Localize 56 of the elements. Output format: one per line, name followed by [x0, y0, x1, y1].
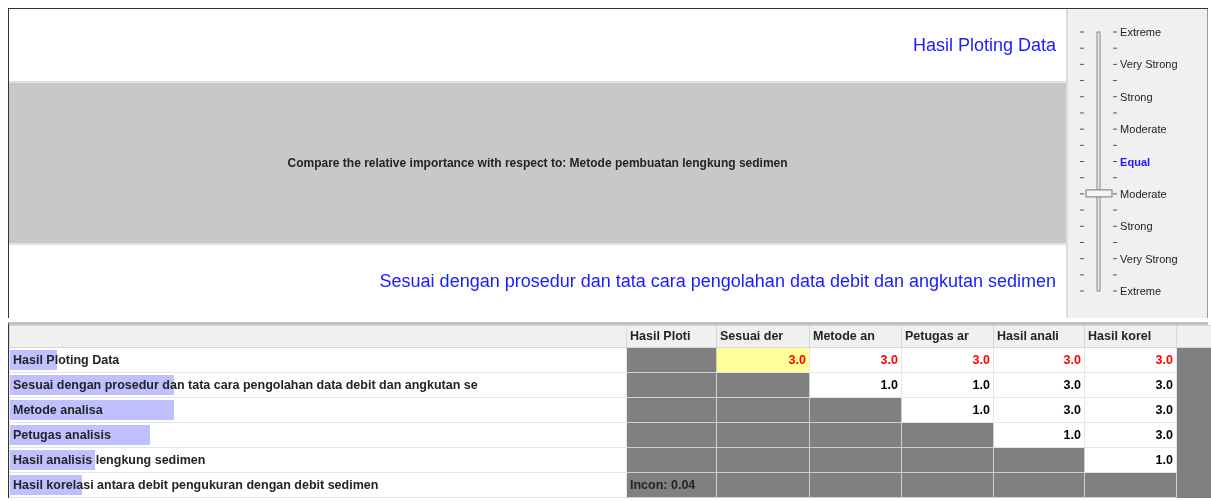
- cell-value: 3.0: [1155, 402, 1173, 417]
- matrix-cell[interactable]: 3.0: [993, 372, 1085, 398]
- matrix-cell[interactable]: 3.0: [1084, 372, 1177, 398]
- cell-value: 3.0: [880, 352, 898, 367]
- scale-label: Equal: [1120, 155, 1151, 168]
- cell-value: 1.0: [880, 377, 898, 392]
- matrix-cell[interactable]: 1.0: [1084, 447, 1177, 473]
- scale-label: Extreme: [1120, 26, 1162, 38]
- scale-label: Very Strong: [1120, 58, 1178, 71]
- matrix-cell[interactable]: 3.0: [993, 397, 1085, 423]
- scale-label: Moderate: [1120, 123, 1167, 136]
- row-header: Sesuai dengan prosedur dan tata cara pengolahan data debit dan angkutan se: [13, 377, 478, 392]
- column-header[interactable]: Hasil korel: [1084, 325, 1177, 348]
- matrix-cell[interactable]: 3.0: [1084, 422, 1177, 448]
- matrix-cell[interactable]: 1.0: [993, 422, 1085, 448]
- column-header[interactable]: Sesuai der: [716, 325, 810, 348]
- option-label: Hasil Ploting Data: [913, 33, 1057, 57]
- column-header[interactable]: Hasil anali: [993, 325, 1085, 348]
- matrix-cell[interactable]: 3.0: [901, 347, 994, 373]
- cell-value: 3.0: [1155, 427, 1173, 442]
- row-header: Hasil analisis lengkung sedimen: [13, 452, 206, 467]
- matrix-cell[interactable]: 1.0: [809, 372, 902, 398]
- matrix-cell[interactable]: 1.0: [901, 397, 994, 423]
- row-header: Metode analisa: [13, 402, 103, 417]
- cell-value: 3.0: [1063, 377, 1081, 392]
- option-label: Sesuai dengan prosedur dan tata cara pengolahan data debit dan angkutan sedimen: [379, 269, 1057, 293]
- scale-label: Extreme: [1120, 285, 1162, 297]
- row-header: Petugas analisis: [13, 427, 111, 442]
- matrix-cell[interactable]: 3.0: [1084, 347, 1177, 373]
- scale-label: Moderate: [1120, 187, 1167, 200]
- cell-value: 1.0: [972, 377, 990, 392]
- matrix-cell[interactable]: 3.0: [993, 347, 1085, 373]
- matrix-cell[interactable]: 3.0: [809, 347, 902, 373]
- row-header: Hasil korelasi antara debit pengukuran dengan debit sedimen: [13, 477, 379, 492]
- cell-value: 1.0: [1155, 452, 1173, 467]
- comparison-prompt: Compare the relative importance with respect to: Metode pembuatan lengkung sedimen: [287, 155, 788, 172]
- matrix-cell[interactable]: 3.0: [716, 347, 810, 373]
- cell-value: 3.0: [1063, 352, 1081, 367]
- inconsistency-value: Incon: 0.04: [626, 472, 717, 498]
- matrix-cell[interactable]: 3.0: [1084, 397, 1177, 423]
- cell-value: 1.0: [972, 402, 990, 417]
- cell-value: 1.0: [1063, 427, 1081, 442]
- column-header[interactable]: Metode an: [809, 325, 902, 348]
- matrix-cell[interactable]: 1.0: [901, 372, 994, 398]
- row-header: Hasil Ploting Data: [13, 352, 120, 367]
- scale-label: Strong: [1120, 220, 1153, 233]
- cell-value: 3.0: [788, 352, 806, 367]
- column-header[interactable]: Hasil Ploti: [626, 325, 717, 348]
- cell-value: 3.0: [972, 352, 990, 367]
- scale-label: Strong: [1120, 90, 1153, 103]
- cell-value: 3.0: [1155, 377, 1173, 392]
- scale-label: Very Strong: [1120, 252, 1178, 265]
- cell-value: 3.0: [1063, 402, 1081, 417]
- slider-thumb[interactable]: [1085, 189, 1113, 198]
- column-header[interactable]: Petugas ar: [901, 325, 994, 348]
- cell-value: 3.0: [1155, 352, 1173, 367]
